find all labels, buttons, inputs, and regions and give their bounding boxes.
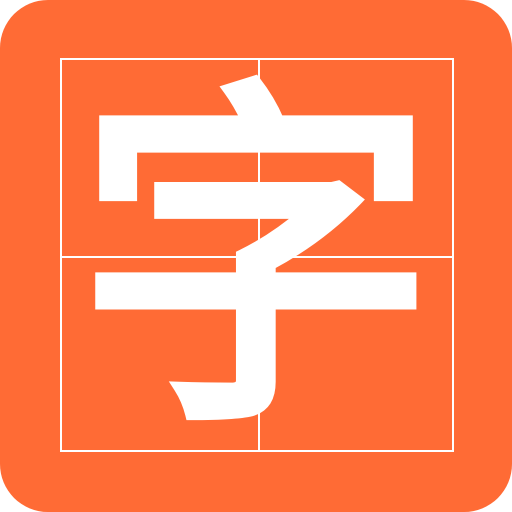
- character-glyph: 字: [76, 48, 436, 471]
- app-icon[interactable]: 字: [0, 0, 512, 512]
